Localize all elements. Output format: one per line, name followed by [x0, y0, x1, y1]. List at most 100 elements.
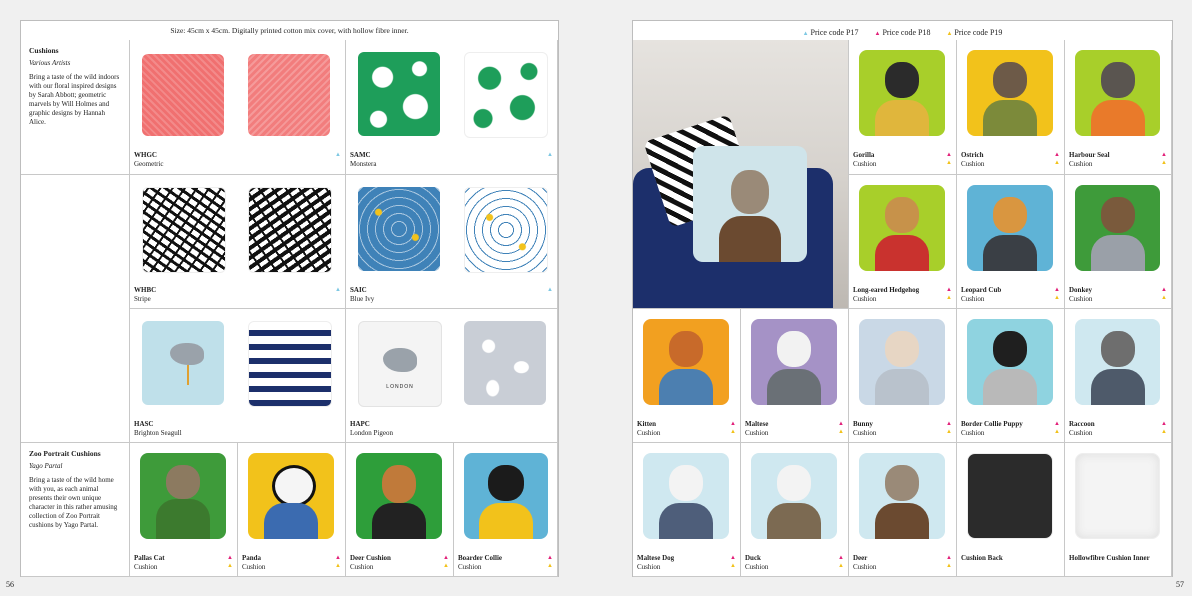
section-designer: Yago Partal — [29, 462, 63, 470]
section-title: Zoo Portrait Cushions — [29, 449, 101, 458]
pillow-image — [967, 50, 1053, 136]
product-label: Cushion Back — [961, 554, 1060, 563]
price-markers: ▲ ▲ — [946, 421, 952, 435]
pillow-image — [859, 319, 945, 405]
pillow-stripe-2 — [248, 187, 332, 273]
animal-head — [669, 465, 703, 501]
animal-body — [767, 369, 821, 405]
product-cell-cushion-back[interactable]: Cushion Back — [957, 443, 1065, 577]
product-code: WHGC — [134, 151, 157, 159]
pillow-image — [967, 319, 1053, 405]
pillow-waves — [248, 321, 332, 407]
product-name: Cushion — [1069, 160, 1093, 168]
product-cell-pallas-cat[interactable]: Pallas Cat Cushion ▲ ▲ — [130, 443, 238, 577]
animal-head — [777, 465, 811, 501]
product-code: SAIC — [350, 286, 367, 294]
product-name: Cushion — [134, 563, 158, 571]
pillow-pallas-cat — [140, 453, 226, 539]
pillow-panda — [248, 453, 334, 539]
product-cell-panda[interactable]: Panda Cushion ▲ ▲ — [238, 443, 346, 577]
product-code: Gorilla — [853, 151, 875, 159]
pillow-image — [643, 319, 729, 405]
product-label: WHGC Geometric — [134, 151, 341, 169]
pillow-stripe-1 — [142, 187, 226, 273]
price-markers: ▲ ▲ — [838, 555, 844, 569]
animal-head — [777, 331, 811, 367]
product-label: Donkey Cushion — [1069, 286, 1167, 304]
product-cell-maltese-dog[interactable]: Maltese Dog Cushion ▲ ▲ — [633, 443, 741, 577]
product-cell-samc[interactable]: SAMC Monstera ▲ — [346, 40, 558, 175]
product-name: Cushion — [853, 429, 877, 437]
product-cell-hollowfibre-cushion-inner[interactable]: Hollowfibre Cushion Inner — [1065, 443, 1172, 577]
animal-head — [885, 62, 919, 98]
product-cell-hasc[interactable]: HASC Brighton Seagull — [130, 309, 346, 443]
product-cell-leopard-cub[interactable]: Leopard Cub Cushion ▲ ▲ — [957, 175, 1065, 309]
product-cell-donkey[interactable]: Donkey Cushion ▲ ▲ — [1065, 175, 1172, 309]
product-label: Hollowfibre Cushion Inner — [1069, 554, 1167, 563]
animal-body — [875, 369, 929, 405]
left-page: Size: 45cm x 45cm. Digitally printed cot… — [20, 20, 559, 577]
product-cell-bunny[interactable]: Bunny Cushion ▲ ▲ — [849, 309, 957, 443]
pillow-image — [751, 453, 837, 539]
animal-head — [382, 465, 416, 503]
animal-body — [1091, 235, 1145, 271]
animal-head — [488, 465, 524, 501]
product-code: Bunny — [853, 420, 873, 428]
animal-head — [993, 331, 1027, 367]
product-name: Cushion — [745, 429, 769, 437]
pillow-image — [1075, 185, 1160, 271]
product-cell-gorilla[interactable]: Gorilla Cushion ▲ ▲ — [849, 40, 957, 175]
product-label: Border Collie Puppy Cushion — [961, 420, 1060, 438]
price-markers: ▲ ▲ — [547, 555, 553, 569]
product-cell-border-collie-puppy[interactable]: Border Collie Puppy Cushion ▲ ▲ — [957, 309, 1065, 443]
price-markers: ▲ ▲ — [227, 555, 233, 569]
pillow-monstera-1 — [358, 52, 440, 136]
product-cell-hapc[interactable]: LONDON HAPC London Pigeon — [346, 309, 558, 443]
product-cell-harbour-seal[interactable]: Harbour Seal Cushion ▲ ▲ — [1065, 40, 1172, 175]
price-markers: ▲ ▲ — [1054, 421, 1060, 435]
product-cell-long-eared-hedgehog[interactable]: Long-eared Hedgehog Cushion ▲ ▲ — [849, 175, 957, 309]
product-cell-ostrich[interactable]: Ostrich Cushion ▲ ▲ — [957, 40, 1065, 175]
product-cell-maltese[interactable]: Maltese Cushion ▲ ▲ — [741, 309, 849, 443]
product-cell-kitten[interactable]: Kitten Cushion ▲ ▲ — [633, 309, 741, 443]
product-label: Kitten Cushion — [637, 420, 736, 438]
price-markers: ▲ ▲ — [1161, 152, 1167, 166]
price-markers: ▲ ▲ — [1054, 287, 1060, 301]
seagull-leg — [187, 365, 189, 385]
product-label: Leopard Cub Cushion — [961, 286, 1060, 304]
section-empty-spacer — [21, 175, 130, 443]
left-page-number: 56 — [6, 580, 14, 589]
section-description: Bring a taste of the wild home with you,… — [29, 476, 118, 529]
product-cell-deer-cushion[interactable]: Deer Cushion Cushion ▲ ▲ — [346, 443, 454, 577]
price-markers: ▲ ▲ — [946, 555, 952, 569]
animal-head — [166, 465, 200, 499]
product-cell-raccoon[interactable]: Raccoon Cushion ▲ ▲ — [1065, 309, 1172, 443]
animal-body — [875, 503, 929, 539]
animal-body — [983, 369, 1037, 405]
pillow-image — [1075, 319, 1160, 405]
product-label: HAPC London Pigeon — [350, 420, 553, 438]
product-label: Harbour Seal Cushion — [1069, 151, 1167, 169]
product-cell-whgc[interactable]: WHGC Geometric ▲ — [130, 40, 346, 175]
pillow-text-london: LONDON — [386, 384, 414, 390]
product-cell-deer[interactable]: Deer Cushion ▲ ▲ — [849, 443, 957, 577]
price-markers: ▲ ▲ — [946, 287, 952, 301]
product-name: Cushion — [961, 295, 985, 303]
product-cell-whbc[interactable]: WHBC Stripe ▲ — [130, 175, 346, 309]
pillow-monstera-2 — [464, 52, 548, 138]
product-cell-boarder-collie[interactable]: Boarder Collie Cushion ▲ ▲ — [454, 443, 558, 577]
product-cell-saic[interactable]: SAIC Blue Ivy ▲ — [346, 175, 558, 309]
price-p17-marker: ▲ — [335, 287, 341, 293]
pillow-image — [751, 319, 837, 405]
price-markers: ▲ ▲ — [335, 555, 341, 569]
product-name: Cushion — [1069, 429, 1093, 437]
animal-body — [875, 235, 929, 271]
product-code: Ostrich — [961, 151, 984, 159]
animal-body — [875, 100, 929, 136]
product-code: Deer Cushion — [350, 554, 391, 562]
product-code: Boarder Collie — [458, 554, 503, 562]
product-code: Maltese — [745, 420, 769, 428]
product-cell-duck[interactable]: Duck Cushion ▲ ▲ — [741, 443, 849, 577]
pillow-image — [1075, 50, 1160, 136]
product-label: Ostrich Cushion — [961, 151, 1060, 169]
